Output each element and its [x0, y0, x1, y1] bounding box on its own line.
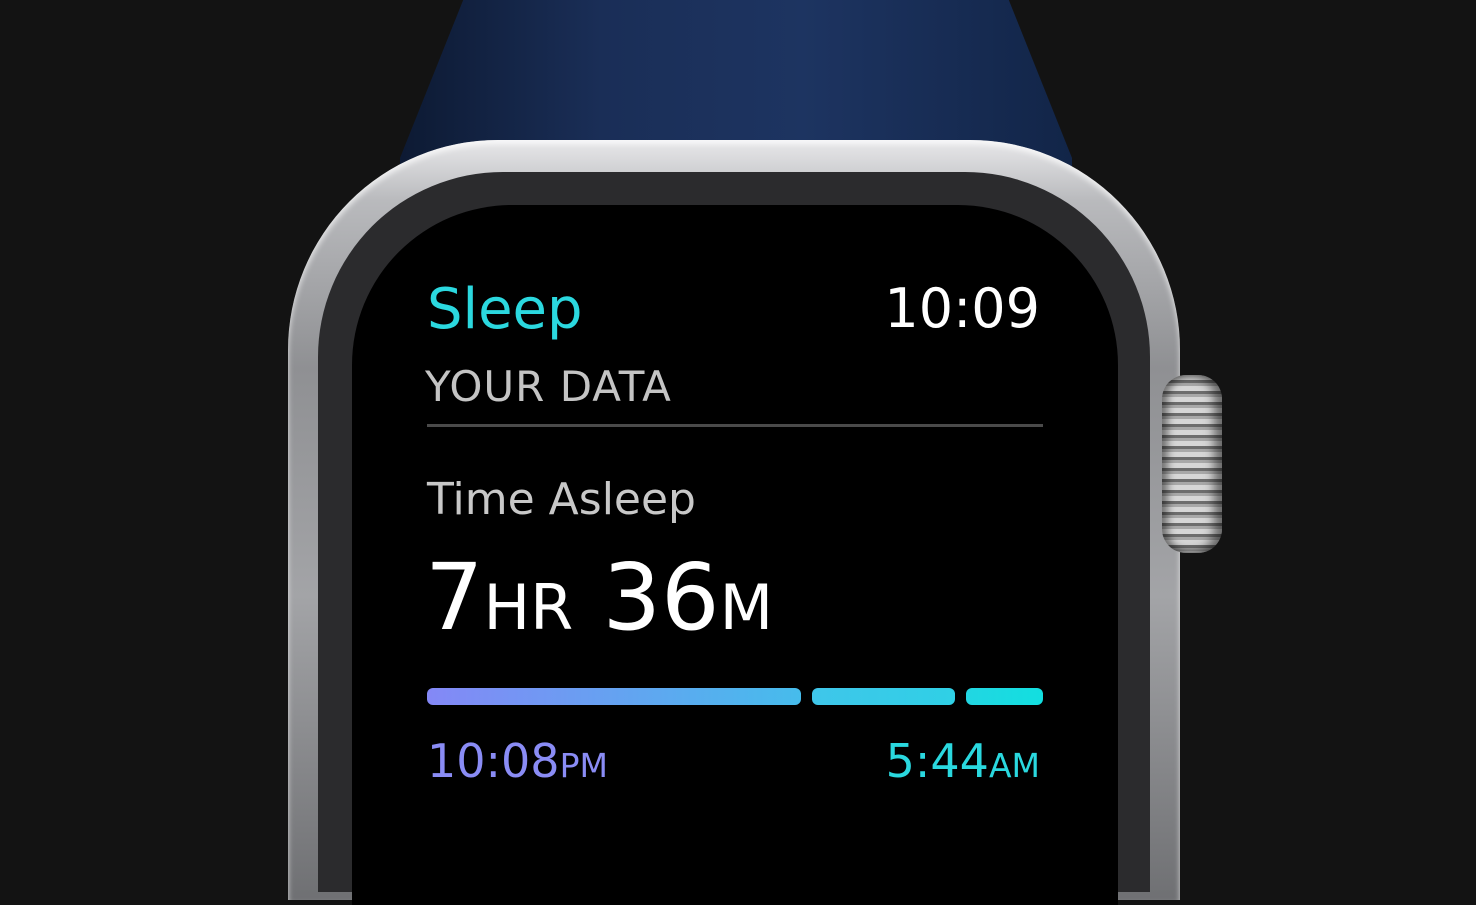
hours-value: 7: [425, 544, 484, 651]
app-title: Sleep: [427, 277, 583, 342]
start-time-value: 10:08: [427, 734, 560, 788]
end-time-suffix: AM: [988, 746, 1040, 785]
sleep-timeline-bar: [427, 688, 1043, 705]
sleep-end-time: 5:44AM: [886, 738, 1040, 784]
sleep-segment-2: [812, 688, 955, 705]
start-time-suffix: PM: [559, 746, 608, 785]
clock-time: 10:09: [884, 277, 1040, 340]
sleep-segment-3: [965, 688, 1043, 705]
section-divider: [427, 424, 1043, 427]
metric-label: Time Asleep: [427, 474, 696, 525]
sleep-segment-1: [427, 688, 802, 705]
time-asleep-value: 7HR 36M: [425, 552, 773, 644]
minutes-unit: M: [719, 571, 774, 644]
section-heading: YOUR DATA: [425, 362, 672, 411]
digital-crown[interactable]: [1162, 375, 1222, 553]
hours-unit: HR: [483, 571, 574, 644]
end-time-value: 5:44: [885, 734, 989, 788]
sleep-start-time: 10:08PM: [427, 738, 608, 784]
minutes-value: 36: [602, 544, 720, 651]
